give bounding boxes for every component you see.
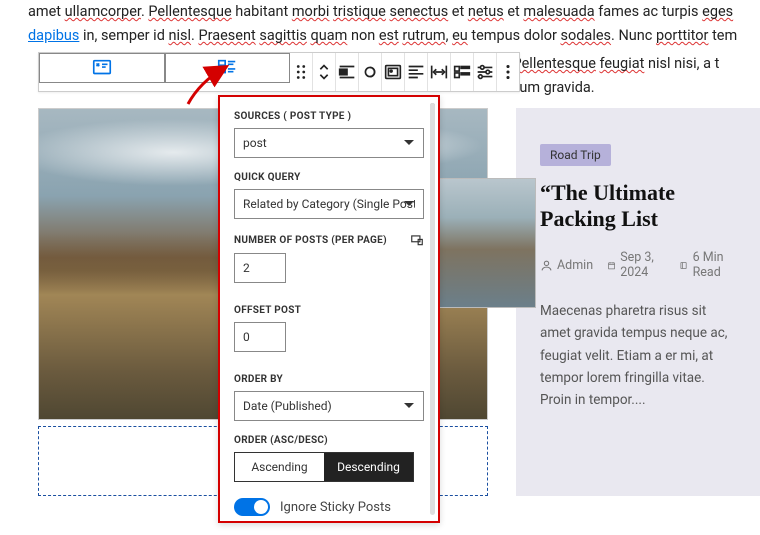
query-settings-popover: SOURCES ( POST TYPE ) QUICK QUERY NUMBER… bbox=[218, 95, 440, 523]
post-date: Sep 3, 2024 bbox=[620, 250, 665, 280]
more-options-button[interactable] bbox=[497, 53, 519, 91]
columns-button[interactable] bbox=[451, 53, 474, 91]
quick-query-select[interactable] bbox=[234, 189, 424, 219]
user-icon bbox=[540, 259, 553, 272]
order-toggle: Ascending Descending bbox=[234, 452, 414, 482]
orderby-label: ORDER BY bbox=[234, 374, 424, 385]
ignore-sticky-label: Ignore Sticky Posts bbox=[280, 500, 391, 515]
post-card-image bbox=[436, 178, 536, 308]
order-desc-button[interactable]: Descending bbox=[324, 453, 413, 481]
date-meta: Sep 3, 2024 bbox=[607, 250, 665, 280]
image-button[interactable] bbox=[382, 53, 405, 91]
author-name: Admin bbox=[557, 258, 593, 273]
post-card[interactable]: Road Trip “The Ultimate Packing List Adm… bbox=[516, 108, 760, 496]
calendar-icon bbox=[607, 259, 616, 272]
ignore-sticky-toggle[interactable] bbox=[234, 498, 270, 516]
post-excerpt: Maecenas pharetra risus sit amet gravida… bbox=[540, 300, 736, 411]
read-time: 6 Min Read bbox=[693, 250, 736, 280]
author-meta[interactable]: Admin bbox=[540, 258, 593, 273]
book-icon bbox=[679, 259, 688, 272]
post-meta: Admin Sep 3, 2024 6 Min Read bbox=[540, 250, 736, 280]
num-posts-input[interactable] bbox=[234, 253, 286, 283]
post-title[interactable]: “The Ultimate Packing List bbox=[540, 180, 736, 232]
device-icon bbox=[410, 233, 424, 247]
block-toolbar bbox=[38, 52, 520, 92]
query-link-button[interactable] bbox=[359, 53, 382, 91]
category-tag[interactable]: Road Trip bbox=[540, 144, 611, 166]
drag-handle[interactable] bbox=[290, 53, 313, 91]
align-button[interactable] bbox=[336, 53, 359, 91]
orderby-select[interactable] bbox=[234, 391, 424, 421]
sources-select[interactable] bbox=[234, 128, 424, 158]
read-time-meta: 6 Min Read bbox=[679, 250, 736, 280]
offset-label: OFFSET POST bbox=[234, 305, 424, 316]
offset-input[interactable] bbox=[234, 322, 286, 352]
order-label: ORDER (ASC/DESC) bbox=[234, 435, 424, 446]
text-align-button[interactable] bbox=[405, 53, 428, 91]
order-asc-button[interactable]: Ascending bbox=[235, 453, 324, 481]
settings-button[interactable] bbox=[474, 53, 497, 91]
sources-label: SOURCES ( POST TYPE ) bbox=[234, 111, 424, 122]
move-up-down-button[interactable] bbox=[313, 53, 336, 91]
width-button[interactable] bbox=[428, 53, 451, 91]
num-posts-label: NUMBER OF POSTS (PER PAGE) bbox=[234, 233, 424, 247]
block-type-button[interactable] bbox=[39, 53, 165, 83]
quick-query-label: QUICK QUERY bbox=[234, 172, 424, 183]
